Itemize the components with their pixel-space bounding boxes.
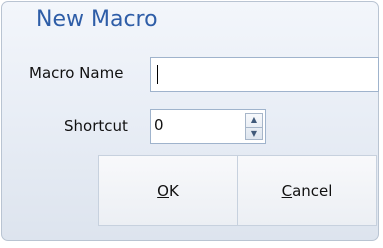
ok-accelerator: O [157,181,169,200]
cancel-button[interactable]: Cancel [238,156,376,225]
ok-label-rest: K [168,181,179,200]
button-bar: OK Cancel [98,155,377,226]
spin-up-icon[interactable]: ▲ [246,114,262,126]
shortcut-label: Shortcut [64,117,128,135]
ok-button[interactable]: OK [99,156,238,225]
dialog-title: New Macro [36,7,158,32]
macro-name-input[interactable] [150,57,379,92]
new-macro-dialog: New Macro Macro Name Shortcut 0 ▲ ▼ OK C… [1,1,379,241]
shortcut-spinner[interactable]: 0 ▲ ▼ [150,109,266,144]
macro-name-label: Macro Name [29,64,124,82]
cancel-accelerator: C [281,181,293,200]
shortcut-value[interactable]: 0 [154,116,164,134]
text-caret [157,65,158,84]
spin-buttons: ▲ ▼ [245,113,263,140]
cancel-label-rest: ancel [292,181,333,200]
spin-down-icon[interactable]: ▼ [246,127,262,140]
